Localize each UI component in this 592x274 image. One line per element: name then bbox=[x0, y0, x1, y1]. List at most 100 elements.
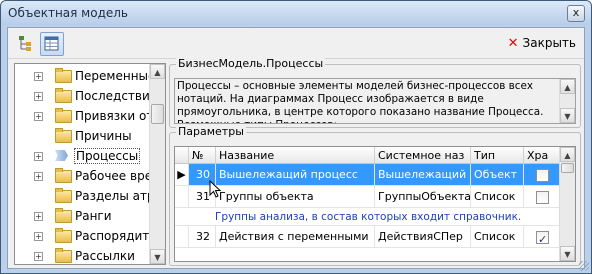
folder-icon bbox=[55, 128, 72, 143]
cell-sysname[interactable]: ГруппыОбъекта bbox=[375, 186, 471, 208]
parameters-legend: Параметры bbox=[176, 125, 246, 138]
folder-icon bbox=[55, 228, 72, 243]
cell-type[interactable]: Объект bbox=[471, 164, 524, 186]
tree-item[interactable]: + Рассылки bbox=[15, 246, 151, 264]
tree-scrollbar[interactable]: ▲ ▼ bbox=[149, 64, 165, 264]
tree-item[interactable]: + Рабочее вре bbox=[15, 166, 151, 186]
cell-name[interactable]: Группы объекта bbox=[216, 186, 375, 208]
window-title: Объектная модель bbox=[8, 6, 128, 20]
expand-plus-icon[interactable]: + bbox=[34, 252, 43, 261]
row-detail-description: Группы анализа, в состав которых входит … bbox=[175, 208, 560, 226]
description-group: БизнесМодель.Процессы Процессы – основны… bbox=[169, 57, 581, 128]
table-row[interactable]: 32 Действия с переменными ДействияСПер С… bbox=[175, 226, 560, 248]
tree-item[interactable]: Разделы атр bbox=[15, 186, 151, 206]
object-tree[interactable]: + Переменные + Последствия + Привязки от Причи… bbox=[14, 63, 166, 265]
stored-checkbox[interactable] bbox=[536, 169, 549, 182]
row-indicator-cell bbox=[175, 226, 189, 248]
expand-plus-icon[interactable]: + bbox=[34, 112, 43, 121]
column-header-stored[interactable]: Хра bbox=[524, 147, 560, 164]
scroll-up-arrow-icon[interactable]: ▲ bbox=[560, 79, 575, 94]
tree-structure-icon bbox=[19, 36, 31, 51]
stored-checkbox[interactable] bbox=[536, 191, 549, 204]
folder-icon bbox=[55, 168, 72, 183]
client-area: ✕ Закрыть + Переменные + Последствия + Привязк… bbox=[7, 27, 585, 269]
cell-stored bbox=[524, 226, 560, 248]
tree-item[interactable]: + Переменные bbox=[15, 66, 151, 86]
scroll-down-arrow-icon[interactable]: ▼ bbox=[150, 249, 165, 264]
table-row[interactable]: ▶ 30 Вышележащий процесс Вышележащий Объ… bbox=[175, 164, 560, 186]
tree-item[interactable]: Причины bbox=[15, 126, 151, 146]
scroll-up-arrow-icon[interactable]: ▲ bbox=[560, 147, 575, 162]
scroll-down-arrow-icon[interactable]: ▼ bbox=[560, 108, 575, 123]
row-indicator-header bbox=[175, 147, 189, 164]
column-header-num[interactable]: № bbox=[189, 147, 216, 164]
tree-scroll-thumb[interactable] bbox=[151, 104, 164, 124]
expand-plus-icon[interactable]: + bbox=[34, 172, 43, 181]
tree-item-label: Привязки от bbox=[75, 109, 151, 123]
expand-plus-icon[interactable]: + bbox=[34, 72, 43, 81]
window-close-button[interactable]: x bbox=[567, 5, 585, 22]
stored-checkbox[interactable] bbox=[536, 229, 549, 247]
close-button-label: Закрыть bbox=[522, 36, 576, 50]
process-arrow-icon bbox=[55, 150, 68, 161]
description-legend: БизнесМодель.Процессы bbox=[176, 57, 326, 70]
column-header-type[interactable]: Тип bbox=[471, 147, 524, 164]
cell-name[interactable]: Действия с переменными bbox=[216, 226, 375, 248]
folder-icon bbox=[55, 68, 72, 83]
close-button[interactable]: ✕ Закрыть bbox=[508, 34, 576, 52]
cell-type[interactable]: Список bbox=[471, 186, 524, 208]
grid-scroll-thumb[interactable] bbox=[561, 163, 574, 173]
cell-stored bbox=[524, 164, 560, 186]
toolbar: ✕ Закрыть bbox=[8, 28, 584, 59]
scroll-up-arrow-icon[interactable]: ▲ bbox=[150, 64, 165, 79]
row-indicator-arrow-icon: ▶ bbox=[175, 164, 189, 186]
grid-scrollbar[interactable]: ▲ ▼ bbox=[559, 147, 575, 261]
table-row[interactable]: 31 Группы объекта ГруппыОбъекта Список bbox=[175, 186, 560, 208]
expand-plus-icon[interactable]: + bbox=[34, 232, 43, 241]
cell-name[interactable]: Вышележащий процесс bbox=[216, 164, 375, 186]
tree-item[interactable]: + Привязки от bbox=[15, 106, 151, 126]
description-text: Процессы – основные элементы моделей биз… bbox=[177, 80, 544, 123]
parameters-grid[interactable]: № Название Системное наз Тип Хра ▶ 30 Вы… bbox=[174, 146, 576, 262]
folder-icon bbox=[55, 208, 72, 223]
cell-sysname[interactable]: Вышележащий bbox=[375, 164, 471, 186]
dialog-window: Объектная модель x ✕ Закрыть + Переменны… bbox=[0, 0, 592, 274]
tree-item-label: Переменные bbox=[75, 69, 151, 83]
column-header-name[interactable]: Название bbox=[216, 147, 375, 164]
cell-sysname[interactable]: ДействияСПер bbox=[375, 226, 471, 248]
tree-item-label: Процессы bbox=[74, 148, 141, 164]
expand-plus-icon[interactable]: + bbox=[34, 212, 43, 221]
folder-icon bbox=[55, 248, 72, 263]
title-bar[interactable]: Объектная модель x bbox=[1, 1, 591, 25]
description-box[interactable]: Процессы – основные элементы моделей биз… bbox=[174, 78, 576, 124]
tree-item-label: Причины bbox=[75, 129, 132, 143]
tree-item-label: Последствия bbox=[75, 89, 151, 103]
expand-plus-icon[interactable]: + bbox=[34, 152, 43, 161]
resize-grip-icon[interactable] bbox=[579, 261, 589, 271]
scroll-down-arrow-icon[interactable]: ▼ bbox=[560, 246, 575, 261]
mouse-pointer-icon bbox=[209, 180, 222, 198]
tree-item[interactable]: + Процессы bbox=[15, 146, 151, 166]
tree-item[interactable]: + Ранги bbox=[15, 206, 151, 226]
folder-icon bbox=[55, 188, 72, 203]
tree-item[interactable]: + Распорядите bbox=[15, 226, 151, 246]
table-grid-icon bbox=[44, 36, 59, 51]
tree-item-label: Ранги bbox=[75, 209, 112, 223]
parameters-group: Параметры № Название Системное наз Тип Х… bbox=[169, 125, 581, 266]
column-header-sysname[interactable]: Системное наз bbox=[375, 147, 471, 164]
description-scrollbar[interactable]: ▲ ▼ bbox=[559, 79, 575, 123]
folder-icon bbox=[55, 88, 72, 103]
cell-type[interactable]: Список bbox=[471, 226, 524, 248]
tree-view-button[interactable] bbox=[14, 32, 36, 54]
tree-item[interactable]: + Последствия bbox=[15, 86, 151, 106]
folder-icon bbox=[55, 108, 72, 123]
tree-item-label: Рабочее вре bbox=[75, 169, 151, 183]
tree-item-label: Разделы атр bbox=[75, 189, 151, 203]
expand-plus-icon[interactable]: + bbox=[34, 92, 43, 101]
cell-num: 32 bbox=[189, 226, 216, 248]
tree-item-label: Распорядите bbox=[75, 229, 151, 243]
tree-item-label: Рассылки bbox=[75, 249, 135, 263]
table-view-button[interactable] bbox=[40, 32, 64, 56]
red-x-icon: ✕ bbox=[507, 36, 519, 51]
row-indicator-cell bbox=[175, 186, 189, 208]
